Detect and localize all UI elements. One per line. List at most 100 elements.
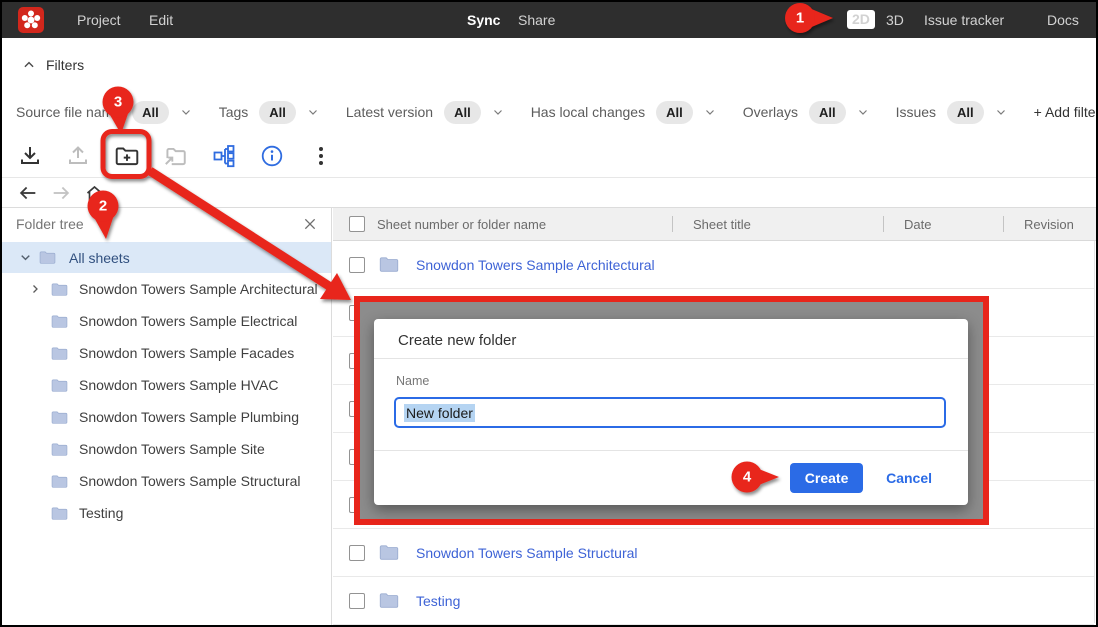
tree-node-label: Snowdon Towers Sample Site	[79, 441, 265, 457]
chevron-down-icon[interactable]	[180, 106, 192, 118]
filter-label: Overlays	[743, 104, 798, 120]
menu-edit[interactable]: Edit	[149, 12, 173, 28]
column-separator	[1003, 216, 1004, 232]
tree-node-plumbing[interactable]: Snowdon Towers Sample Plumbing	[2, 401, 331, 433]
filter-tags: Tags All	[219, 101, 319, 124]
folder-icon	[51, 346, 68, 361]
filter-overlays: Overlays All	[743, 101, 869, 124]
row-checkbox[interactable]	[349, 545, 365, 561]
selected-text: New folder	[404, 404, 475, 422]
filter-latest-version: Latest version All	[346, 101, 504, 124]
column-date[interactable]: Date	[904, 217, 931, 232]
row-checkbox[interactable]	[349, 257, 365, 273]
tree-node-facades[interactable]: Snowdon Towers Sample Facades	[2, 337, 331, 369]
home-button[interactable]	[83, 182, 105, 204]
forward-button[interactable]	[50, 182, 72, 204]
create-button[interactable]: Create	[790, 463, 863, 493]
more-menu-button[interactable]	[308, 143, 334, 169]
tab-2d[interactable]: 2D	[847, 10, 875, 29]
chevron-down-icon[interactable]	[857, 106, 869, 118]
filter-issues: Issues All	[896, 101, 1007, 124]
table-right-border	[1094, 241, 1095, 623]
tree-node-label: All sheets	[69, 250, 130, 266]
folder-tree-toggle-button[interactable]	[211, 143, 237, 169]
chevron-down-icon[interactable]	[19, 251, 32, 264]
sheet-toolbar	[2, 134, 1096, 178]
column-sheet-number[interactable]: Sheet number or folder name	[377, 217, 672, 232]
tab-3d[interactable]: 3D	[886, 12, 904, 28]
filters-title: Filters	[46, 57, 84, 73]
table-row-structural[interactable]: Snowdon Towers Sample Structural	[333, 529, 1094, 577]
folder-icon	[51, 442, 68, 457]
close-icon[interactable]	[302, 216, 318, 232]
folder-icon	[379, 256, 399, 273]
move-to-folder-icon	[162, 143, 188, 169]
home-icon	[84, 183, 105, 204]
folder-icon	[51, 506, 68, 521]
chevron-down-icon[interactable]	[307, 106, 319, 118]
filter-label: Tags	[219, 104, 249, 120]
back-button[interactable]	[17, 182, 39, 204]
folder-icon	[379, 592, 399, 609]
filter-value-pill[interactable]: All	[259, 101, 296, 124]
chevron-down-icon[interactable]	[704, 106, 716, 118]
row-checkbox[interactable]	[349, 593, 365, 609]
filters-row: Source file name All Tags All Latest ver…	[16, 98, 1098, 126]
folder-icon	[39, 250, 56, 265]
column-separator	[883, 216, 884, 232]
tree-node-electrical[interactable]: Snowdon Towers Sample Electrical	[2, 305, 331, 337]
folder-name-input[interactable]: New folder	[394, 397, 946, 428]
tree-node-label: Snowdon Towers Sample Architectural	[79, 281, 318, 297]
filter-value-pill[interactable]: All	[444, 101, 481, 124]
add-filter-button[interactable]: + Add filter	[1034, 104, 1098, 120]
chevron-down-icon[interactable]	[995, 106, 1007, 118]
folder-icon	[51, 378, 68, 393]
tree-node-all-sheets[interactable]: All sheets	[2, 242, 331, 273]
menu-project[interactable]: Project	[77, 12, 121, 28]
folder-link[interactable]: Snowdon Towers Sample Architectural	[416, 257, 655, 273]
folder-icon	[51, 410, 68, 425]
tree-node-label: Snowdon Towers Sample HVAC	[79, 377, 278, 393]
tree-node-label: Snowdon Towers Sample Plumbing	[79, 409, 299, 425]
filter-value-pill[interactable]: All	[132, 101, 169, 124]
table-row-testing[interactable]: Testing	[333, 577, 1094, 625]
filter-label: Has local changes	[531, 104, 645, 120]
menu-share[interactable]: Share	[518, 12, 555, 28]
tree-node-hvac[interactable]: Snowdon Towers Sample HVAC	[2, 369, 331, 401]
tree-node-testing[interactable]: Testing	[2, 497, 331, 529]
info-button[interactable]	[259, 143, 285, 169]
tree-node-label: Snowdon Towers Sample Facades	[79, 345, 294, 361]
tab-issue-tracker[interactable]: Issue tracker	[924, 12, 1004, 28]
folder-link[interactable]: Snowdon Towers Sample Structural	[416, 545, 638, 561]
dialog-title: Create new folder	[398, 332, 516, 349]
upload-button[interactable]	[65, 143, 91, 169]
tree-node-site[interactable]: Snowdon Towers Sample Site	[2, 433, 331, 465]
select-all-checkbox[interactable]	[349, 216, 365, 232]
chevron-right-icon[interactable]	[29, 283, 41, 295]
folder-tree-toggle-icon	[212, 144, 236, 168]
move-to-folder-button[interactable]	[162, 143, 188, 169]
tree-node-label: Snowdon Towers Sample Electrical	[79, 313, 297, 329]
menu-sync[interactable]: Sync	[467, 12, 500, 28]
tree-node-architectural[interactable]: Snowdon Towers Sample Architectural	[2, 273, 331, 305]
filter-value-pill[interactable]: All	[947, 101, 984, 124]
upload-icon	[66, 144, 90, 168]
column-revision[interactable]: Revision	[1024, 217, 1074, 232]
tree-node-structural[interactable]: Snowdon Towers Sample Structural	[2, 465, 331, 497]
app-logo-icon[interactable]	[18, 7, 44, 33]
dialog-highlight-box: Create new folder Name New folder Create…	[354, 296, 989, 525]
filter-value-pill[interactable]: All	[656, 101, 693, 124]
filter-value-pill[interactable]: All	[809, 101, 846, 124]
tab-docs[interactable]: Docs	[1047, 12, 1079, 28]
new-folder-icon	[114, 143, 140, 169]
filters-collapse[interactable]: Filters	[22, 57, 84, 73]
cancel-button[interactable]: Cancel	[886, 470, 932, 486]
table-row-architectural[interactable]: Snowdon Towers Sample Architectural	[333, 241, 1094, 289]
name-field-label: Name	[396, 374, 429, 388]
new-folder-button[interactable]	[114, 143, 140, 169]
chevron-down-icon[interactable]	[492, 106, 504, 118]
folder-link[interactable]: Testing	[416, 593, 460, 609]
column-sheet-title[interactable]: Sheet title	[693, 217, 751, 232]
download-button[interactable]	[17, 143, 43, 169]
folder-icon	[51, 282, 68, 297]
